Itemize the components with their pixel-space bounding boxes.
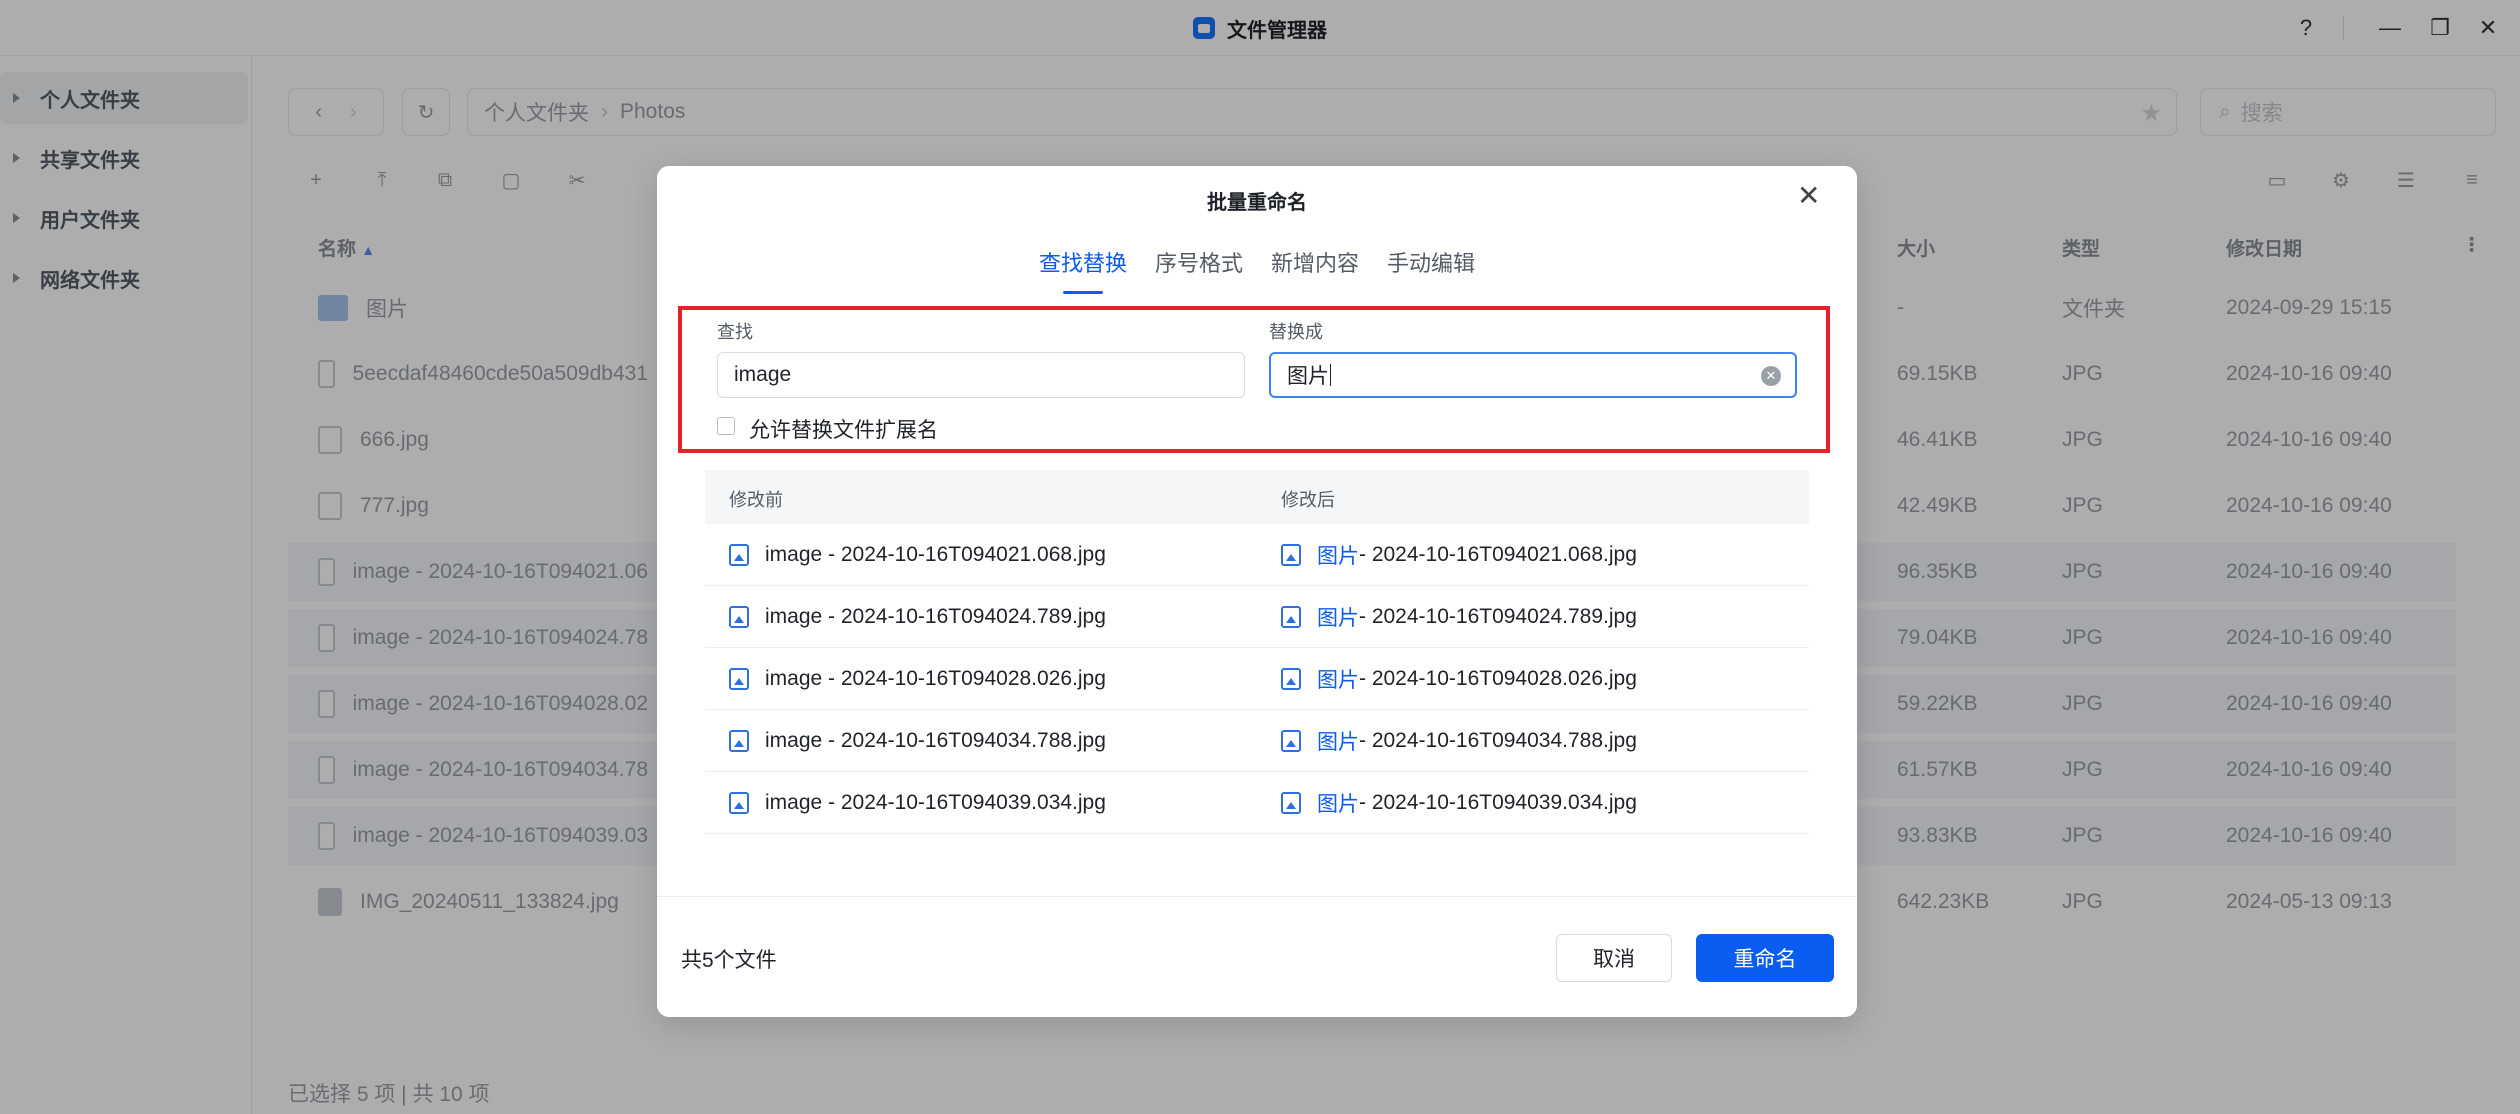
rename-preview-row: image - 2024-10-16T094034.788.jpg 图片 - 2… — [705, 710, 1809, 772]
rename-preview-row: image - 2024-10-16T094024.789.jpg 图片 - 2… — [705, 586, 1809, 648]
name-after-rest: - 2024-10-16T094028.026.jpg — [1359, 667, 1637, 690]
tab-sequence-format[interactable]: 序号格式 — [1155, 246, 1243, 294]
image-file-icon — [729, 544, 749, 566]
rename-mode-tabs: 查找替换 序号格式 新增内容 手动编辑 — [657, 246, 1857, 294]
tab-find-replace[interactable]: 查找替换 — [1039, 246, 1127, 294]
cancel-button[interactable]: 取消 — [1556, 934, 1672, 982]
name-before: image - 2024-10-16T094039.034.jpg — [765, 791, 1106, 814]
replace-input-value: 图片 — [1287, 365, 1329, 388]
footer-divider — [657, 896, 1857, 897]
name-after-rest: - 2024-10-16T094024.789.jpg — [1359, 605, 1637, 628]
tab-add-content[interactable]: 新增内容 — [1271, 246, 1359, 294]
rename-preview-row: image - 2024-10-16T094028.026.jpg 图片 - 2… — [705, 648, 1809, 710]
file-count: 共5个文件 — [681, 949, 777, 972]
tab-manual-edit[interactable]: 手动编辑 — [1387, 246, 1475, 294]
name-before: image - 2024-10-16T094021.068.jpg — [765, 543, 1106, 566]
find-input-value: image — [734, 363, 792, 386]
image-file-icon — [729, 792, 749, 814]
column-after: 修改后 — [1281, 490, 1335, 510]
image-file-icon — [1281, 730, 1301, 752]
name-before: image - 2024-10-16T094028.026.jpg — [765, 667, 1106, 690]
clear-input-icon[interactable]: ✕ — [1761, 366, 1781, 386]
rename-preview-row: image - 2024-10-16T094021.068.jpg 图片 - 2… — [705, 524, 1809, 586]
replaced-part: 图片 — [1317, 731, 1359, 754]
replaced-part: 图片 — [1317, 793, 1359, 816]
allow-extension-checkbox[interactable] — [717, 417, 735, 435]
image-file-icon — [729, 606, 749, 628]
rename-preview-row: image - 2024-10-16T094039.034.jpg 图片 - 2… — [705, 772, 1809, 834]
name-after-rest: - 2024-10-16T094034.788.jpg — [1359, 729, 1637, 752]
name-after-rest: - 2024-10-16T094021.068.jpg — [1359, 543, 1637, 566]
replace-label: 替换成 — [1269, 322, 1323, 342]
replaced-part: 图片 — [1317, 545, 1359, 568]
replaced-part: 图片 — [1317, 607, 1359, 630]
replace-input[interactable]: 图片 ✕ — [1269, 352, 1797, 398]
name-before: image - 2024-10-16T094024.789.jpg — [765, 605, 1106, 628]
text-cursor — [1330, 364, 1331, 386]
image-file-icon — [1281, 668, 1301, 690]
batch-rename-dialog: 批量重命名 ✕ 查找替换 序号格式 新增内容 手动编辑 查找 image 替换成… — [657, 166, 1857, 1017]
name-after-rest: - 2024-10-16T094039.034.jpg — [1359, 791, 1637, 814]
close-icon[interactable]: ✕ — [1797, 182, 1820, 210]
replaced-part: 图片 — [1317, 669, 1359, 692]
image-file-icon — [1281, 606, 1301, 628]
dialog-title: 批量重命名 — [1207, 192, 1307, 214]
image-file-icon — [729, 730, 749, 752]
name-before: image - 2024-10-16T094034.788.jpg — [765, 729, 1106, 752]
rename-preview-header: 修改前 修改后 — [705, 470, 1809, 524]
find-input[interactable]: image — [717, 352, 1245, 398]
rename-button[interactable]: 重命名 — [1696, 934, 1834, 982]
image-file-icon — [729, 668, 749, 690]
column-before: 修改前 — [729, 490, 783, 510]
find-label: 查找 — [717, 322, 753, 342]
allow-extension-label[interactable]: 允许替换文件扩展名 — [749, 414, 938, 444]
image-file-icon — [1281, 544, 1301, 566]
image-file-icon — [1281, 792, 1301, 814]
